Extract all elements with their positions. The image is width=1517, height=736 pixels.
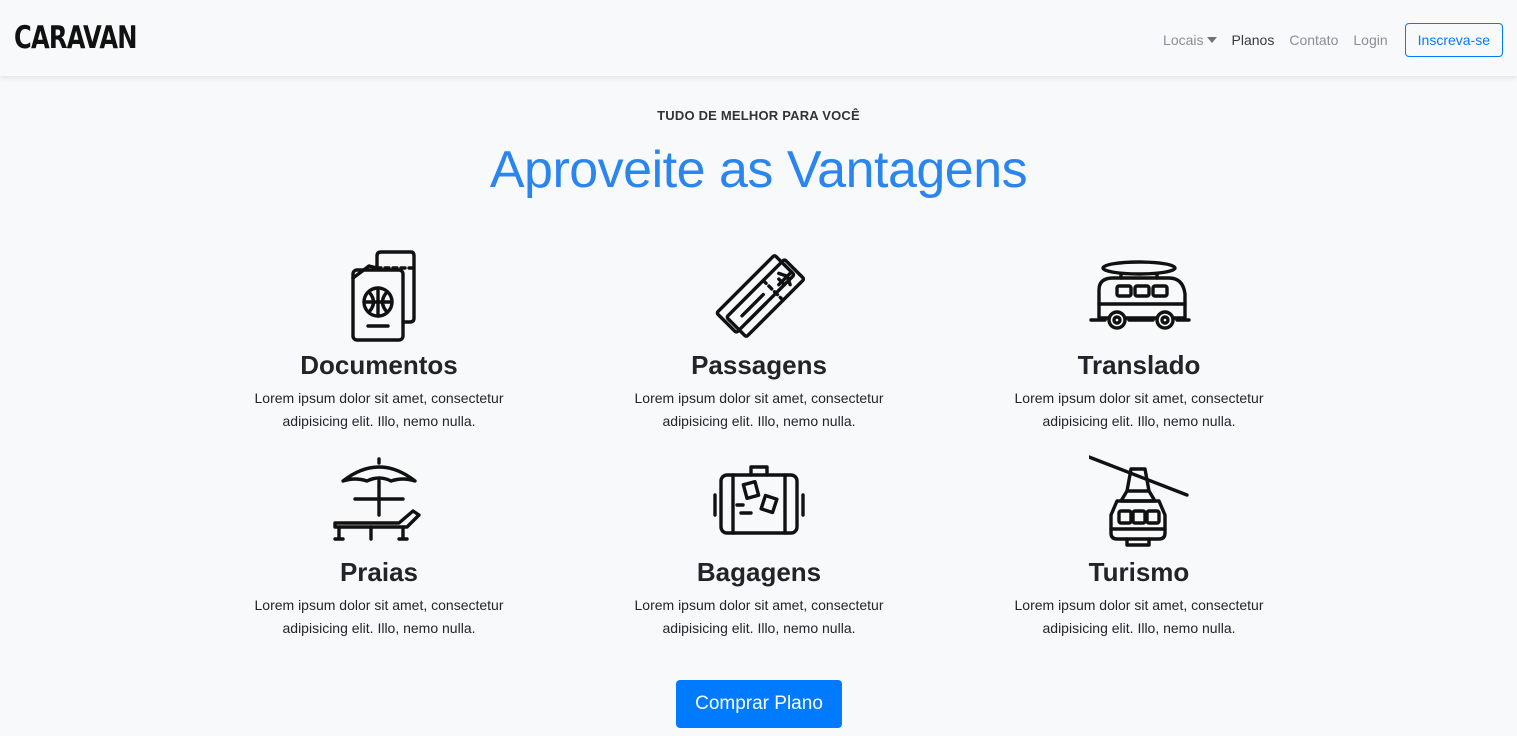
section-kicker: TUDO DE MELHOR PARA VOCÊ — [657, 108, 860, 123]
nav-link-planos[interactable]: Planos — [1232, 32, 1275, 48]
feature-title: Turismo — [1088, 557, 1190, 587]
nav-link-label: Locais — [1163, 32, 1204, 48]
feature-bagagens: Bagagens Lorem ipsum dolor sit amet, con… — [569, 455, 949, 640]
feature-text: Lorem ipsum dolor sit amet, consectetur … — [1014, 390, 1264, 429]
cable-car-icon — [1089, 455, 1189, 547]
nav-menu: Locais Planos Contato Login Inscreva-se — [1163, 23, 1503, 57]
feature-title: Bagagens — [696, 557, 822, 587]
plane-ticket-icon — [715, 254, 806, 338]
signup-button[interactable]: Inscreva-se — [1404, 23, 1503, 57]
nav-link-locais[interactable]: Locais — [1163, 32, 1217, 48]
feature-text: Lorem ipsum dolor sit amet, consectetur … — [634, 597, 884, 636]
feature-text: Lorem ipsum dolor sit amet, consectetur … — [254, 597, 504, 636]
nav-link-contato[interactable]: Contato — [1289, 32, 1338, 48]
nav-link-login[interactable]: Login — [1353, 32, 1387, 48]
feature-title: Documentos — [300, 350, 458, 380]
buy-plan-button[interactable]: Comprar Plano — [676, 680, 842, 728]
van-icon — [1089, 260, 1191, 330]
brand-logo[interactable]: CARAVAN — [14, 20, 137, 56]
feature-title: Translado — [1077, 350, 1201, 380]
caret-down-icon — [1206, 37, 1217, 43]
navbar: CARAVAN Locais Planos Contato Login Insc… — [0, 0, 1517, 76]
feature-title: Praias — [339, 557, 419, 587]
feature-text: Lorem ipsum dolor sit amet, consectetur … — [254, 390, 504, 429]
suitcase-icon — [713, 465, 805, 535]
section-title: Aproveite as Vantagens — [489, 141, 1028, 199]
beach-umbrella-icon — [333, 457, 421, 541]
feature-turismo: Turismo Lorem ipsum dolor sit amet, cons… — [949, 455, 1329, 640]
feature-text: Lorem ipsum dolor sit amet, consectetur … — [1014, 597, 1264, 636]
feature-text: Lorem ipsum dolor sit amet, consectetur … — [634, 390, 884, 429]
feature-title: Passagens — [691, 350, 827, 380]
feature-praias: Praias Lorem ipsum dolor sit amet, conse… — [189, 455, 569, 640]
feature-documentos: Documentos Lorem ipsum dolor sit amet, c… — [189, 248, 569, 433]
passport-icon — [351, 250, 416, 342]
feature-translado: Translado Lorem ipsum dolor sit amet, co… — [949, 248, 1329, 433]
feature-passagens: Passagens Lorem ipsum dolor sit amet, co… — [569, 248, 949, 433]
